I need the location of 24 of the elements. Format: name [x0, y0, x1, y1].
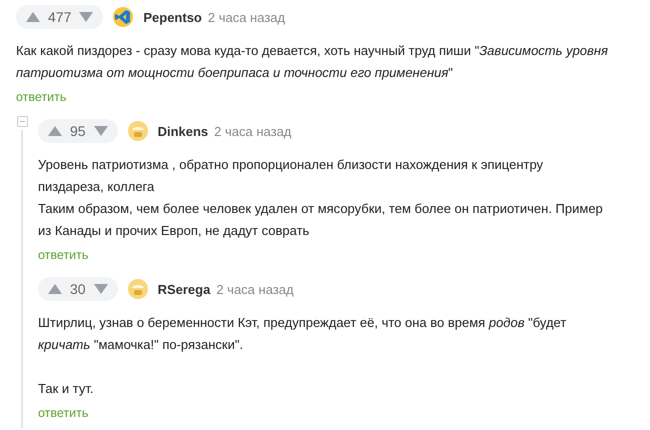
avatar-icon	[113, 7, 134, 27]
avatar-icon	[128, 279, 148, 299]
author-name[interactable]: Dinkens	[158, 124, 208, 138]
upvote-icon[interactable]	[48, 126, 62, 136]
comment-text: Штирлиц, узнав о беременности Кэт, предупреждает её, что она во время родов "будет кричать "мамочка!" по-рязански".	[38, 314, 568, 354]
downvote-icon[interactable]	[94, 284, 108, 294]
comment-text: Уровень патриотизма , обратно пропорционален близости нахождения к эпицентру пиздареза, коллега	[38, 156, 544, 196]
comment-time: 2 часа назад	[214, 124, 292, 138]
rating: 30	[70, 281, 86, 297]
upvote-icon[interactable]	[48, 284, 62, 294]
comment-time: 2 часа назад	[208, 10, 286, 24]
comment-text: Так и тут.	[38, 380, 94, 398]
downvote-icon[interactable]	[94, 126, 108, 136]
avatar-icon	[128, 121, 148, 141]
rating: 477	[48, 9, 72, 25]
author-name[interactable]: Pepentso	[143, 10, 202, 24]
author-name[interactable]: RSerega	[158, 282, 210, 296]
rating: 95	[70, 123, 86, 139]
downvote-icon[interactable]	[79, 12, 94, 22]
comment-text: Таким образом, чем более человек удален от мясорубки, тем более он патриотичен. Пример из Канады и прочих Европ, не дадут соврать	[38, 200, 604, 240]
upvote-icon[interactable]	[26, 12, 40, 22]
collapse-icon[interactable]	[16, 116, 28, 127]
comment-time: 2 часа назад	[216, 282, 294, 296]
comment-text: Как какой пиздорез - сразу мова куда-то девается, хоть научный труд пиши "Зависимость уровня патриотизма от мощности боеприпаса и точности его применения"	[16, 42, 609, 82]
